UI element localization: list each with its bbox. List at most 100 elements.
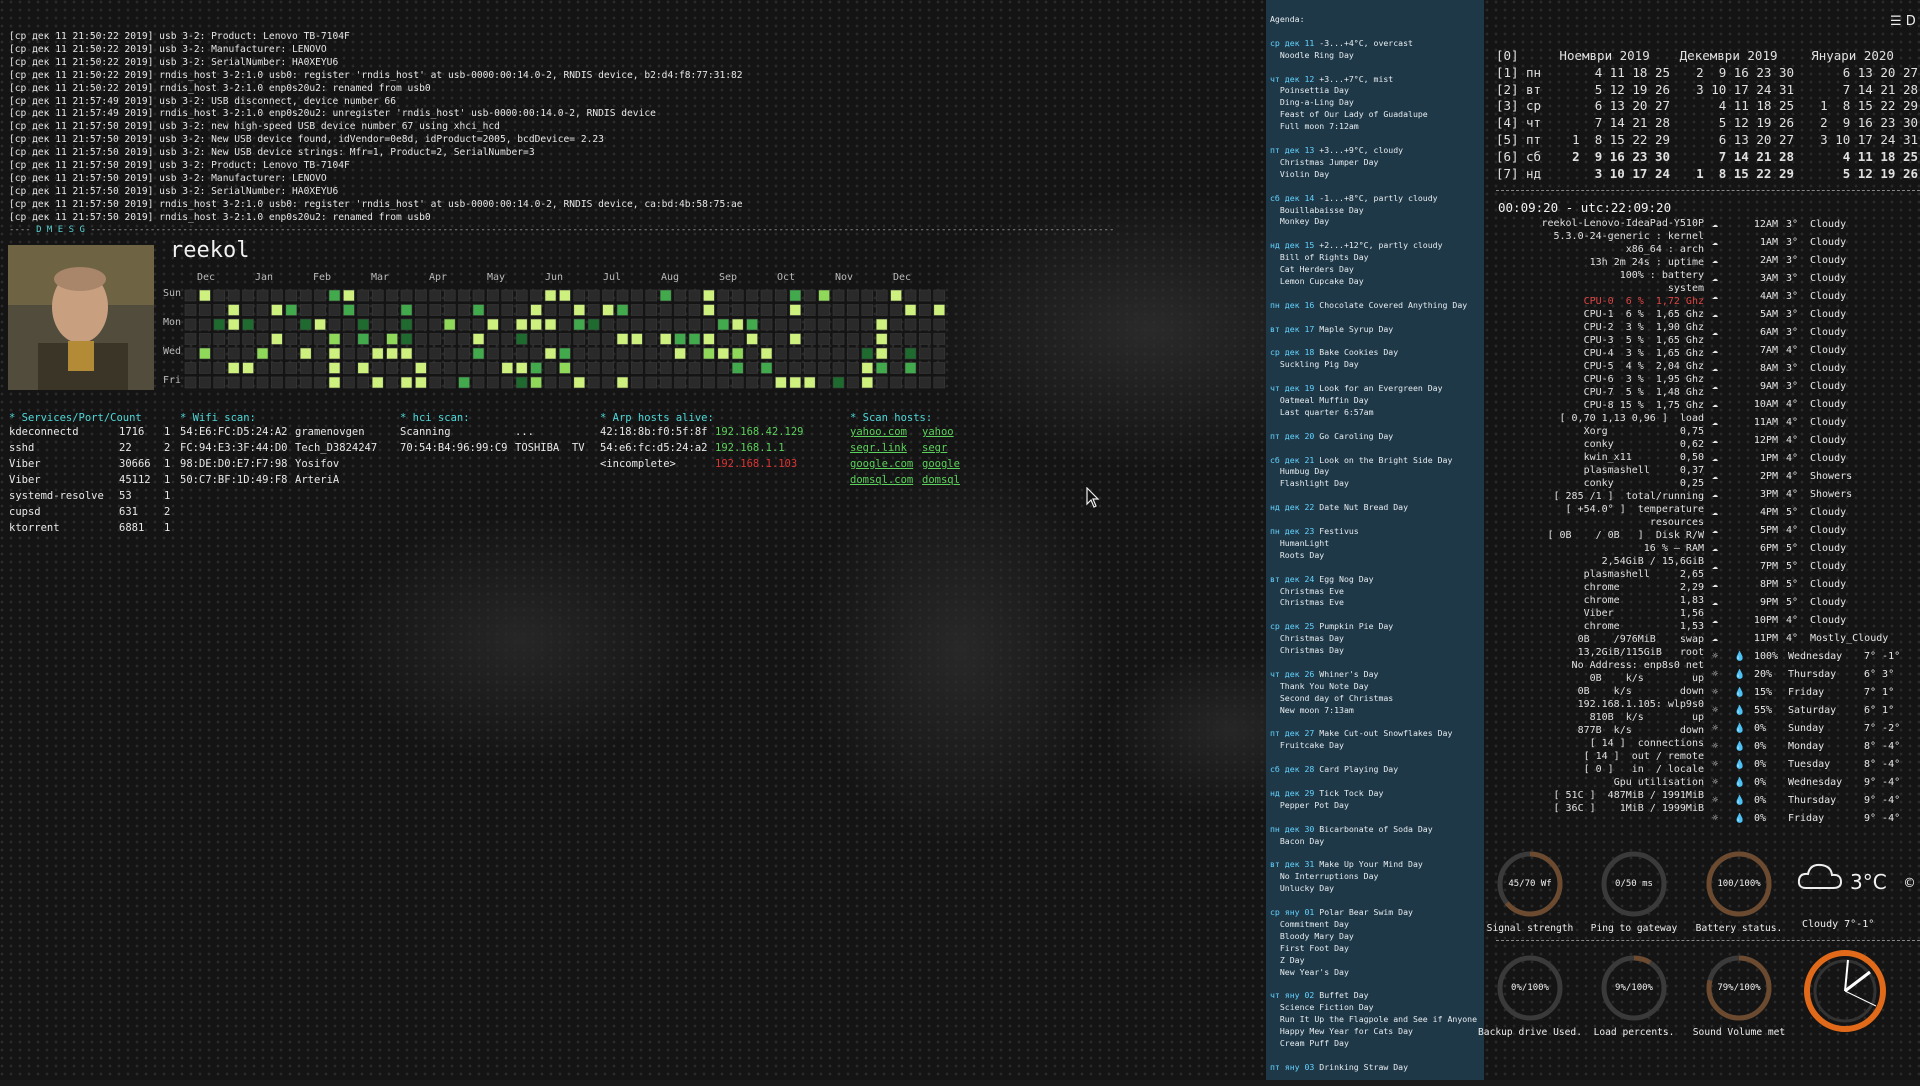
contribution-cell [919,362,931,374]
agenda-entry-head: пн дек 30 Bicarbonate of Soda Day [1270,824,1477,836]
contribution-cell [645,333,658,345]
contribution-cell [443,289,456,302]
table-row: 54:e6:fc:d5:24:a2 192.168.1.1 [600,440,825,456]
contribution-cell [659,376,672,389]
contribution-cell [400,304,413,316]
separator [1496,190,1920,191]
calendar-row-label: [3] [1496,98,1519,114]
contribution-cell [919,289,931,302]
calendar-row-label: [0] [1496,48,1519,63]
contribution-cell [861,347,874,360]
gauge-label: Load percents. [1593,1027,1675,1038]
contribution-cell [659,289,672,302]
contribution-cell [501,304,514,316]
contribution-cell [199,318,211,331]
contribution-cell [832,333,845,345]
hour-temp: 3° [1786,255,1799,266]
contribution-cell [602,318,614,331]
agenda-text: Cream Puff Day [1270,1037,1349,1048]
agenda-text: Thank You Note Day [1270,680,1369,691]
contribution-cell [904,289,917,302]
contribution-cell [299,289,312,302]
calendar-panel: [0] Ноември 2019 Декември 2019 Януари 2020[… [1496,48,1920,182]
agenda-text: Z Day [1270,954,1305,965]
contribution-cell [400,333,413,345]
day-temps: 9° -4° [1864,777,1901,788]
contribution-cell [803,362,816,374]
contribution-cell [861,376,874,389]
hci-table: Scanning... 70:54:B4:96:99:C9 TOSHIBA TV [400,424,605,456]
agenda-text: New moon 7:13am [1270,704,1354,715]
contribution-cell [530,347,542,360]
cloud-icon: ☁ [1712,399,1719,410]
contribution-cell [760,318,773,331]
scan-host-link[interactable]: yahoo [922,424,982,440]
cloud-icon: ☁ [1712,327,1719,338]
table-cell: cupsd [9,506,41,518]
day-temps: 7° -2° [1864,723,1901,734]
contribution-cell [818,304,830,316]
contribution-cell [415,347,427,360]
agenda-entry: вт дек 24 Egg Nog Day Christmas Eve Chri… [1270,574,1477,622]
agenda-entry: пт дек 20 Go Caroling Day [1270,431,1477,455]
calendar-row: [3] ср 6 13 20 27 4 11 18 25 1 8 15 22 29 [1496,98,1920,115]
scan-host-link[interactable]: yahoo.com [850,424,922,440]
contribution-cell [458,304,470,316]
agenda-date: вт дек 31 [1270,859,1320,870]
hourly-forecast-row: ☁ 10PM 4° Cloudy [1712,612,1920,630]
cloud-icon: ☁ [1712,237,1719,248]
contribution-cell [386,362,398,374]
scan-hosts-panel: * Scan hosts: yahoo.com yahoo segr.link seg… [850,412,982,488]
contribution-cell [688,362,701,374]
contribution-cell [328,347,341,360]
day-name: Monday [1788,741,1825,752]
contribution-cell [256,347,269,360]
contribution-cell [631,318,643,331]
contribution-cell [760,289,773,302]
hourly-forecast-row: ☁ 9PM 5° Cloudy [1712,594,1920,612]
contribution-cell [875,304,888,316]
calendar-week-days: 7 14 21 28 [1842,81,1918,97]
system-line: CPU-3 5 % 1,65 Ghz [1583,335,1704,346]
menu-button[interactable]: ☰ D [1890,14,1916,29]
contribution-cell [242,304,254,316]
calendar-day-name: вт [1526,81,1542,97]
scan-host-link[interactable]: segr [922,440,982,456]
contribution-cell [803,304,816,316]
contribution-cell [559,347,571,360]
scan-host-link[interactable]: segr.link [850,440,922,456]
agenda-entry-head: пт дек 13 +3...+9°C, cloudy [1270,145,1477,157]
hourly-forecast-row: ☁ 7PM 5° Cloudy [1712,558,1920,576]
contribution-cell [515,347,528,360]
agenda-text: Card Playing Day [1319,764,1399,775]
hour-temp: 4° [1786,417,1799,428]
contribution-cell [501,289,514,302]
contribution-cell [271,347,283,360]
system-line: CPU-1 6 % 1,65 Ghz [1583,309,1704,320]
agenda-text: Noodle Ring Day [1270,49,1354,60]
scan-host-link[interactable]: domsql [922,472,982,488]
hour-condition: Cloudy [1810,543,1847,554]
contribution-cell [314,289,326,302]
contribution-cell [242,318,254,331]
contribution-cell [573,318,586,331]
table-row: 50:C7:BF:1D:49:F8 ArteriA [180,472,405,488]
agenda-entry-head: нд дек 29 Tick Tock Day [1270,788,1477,800]
contribution-cell [357,347,370,360]
contribution-cell [256,318,269,331]
contribution-cell [890,376,902,389]
day-label: Fri [163,375,181,386]
contribution-cell [760,362,773,374]
scan-host-link[interactable]: google [922,456,982,472]
scan-host-link[interactable]: google.com [850,456,922,472]
month-label: Oct [777,272,795,283]
hour-condition: Cloudy [1810,417,1847,428]
contribution-cell [328,376,341,389]
calendar-week-days: 1 8 15 22 29 [1820,98,1918,114]
precip-chance: 0% [1754,777,1767,788]
hour-label: 12PM [1753,435,1778,446]
scan-host-link[interactable]: domsql.com [850,472,922,488]
agenda-entry: нд дек 22 Date Nut Bread Day [1270,502,1477,526]
cloud-icon: ☁ [1712,255,1719,266]
contribution-cell [674,304,686,316]
